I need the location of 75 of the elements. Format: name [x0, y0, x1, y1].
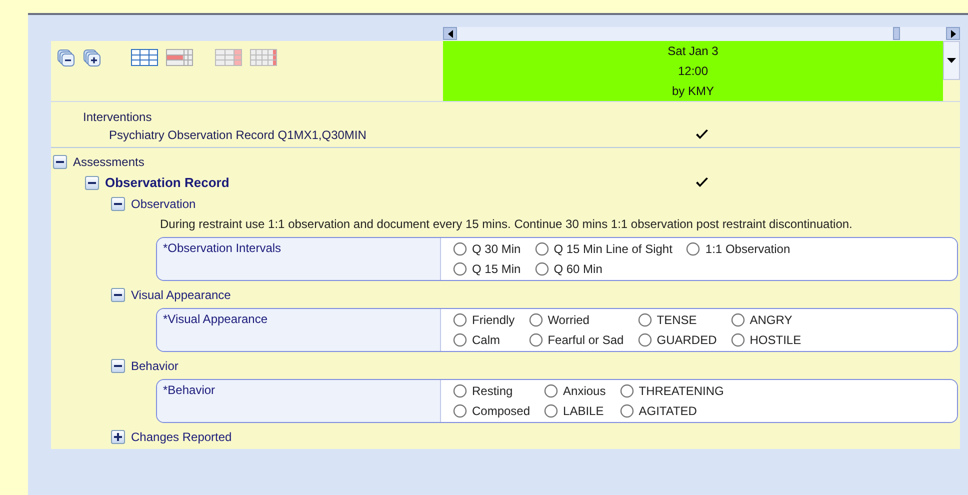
radio-button[interactable] [620, 384, 634, 398]
radio-option[interactable]: AGITATED [620, 401, 724, 421]
collapse-button[interactable] [85, 176, 99, 190]
plus-icon [114, 432, 122, 440]
scroll-right-button[interactable] [946, 27, 960, 40]
dropdown-button[interactable] [943, 41, 960, 80]
instruction-note: During restraint use 1:1 observation and document every 15 mins. Continue 30 mins 1:1 observation post restraint discontinuation. [160, 216, 854, 233]
grid-icon[interactable] [131, 49, 158, 67]
grid-edge-icon[interactable] [250, 49, 277, 67]
right-arrow-icon [950, 30, 956, 38]
radio-button[interactable] [544, 404, 558, 418]
header-time: 12:00 [678, 63, 708, 80]
section-label: Observation [131, 196, 196, 212]
column-header[interactable]: Sat Jan 3 12:00 by KMY [443, 41, 943, 101]
radio-option[interactable]: LABILE [544, 401, 606, 421]
radio-option[interactable]: Friendly [453, 310, 515, 330]
radio-option[interactable]: ANGRY [730, 310, 802, 330]
header-author: by KMY [672, 83, 714, 100]
radio-option[interactable]: Calm [453, 330, 515, 350]
collapse-button[interactable] [53, 155, 67, 169]
header-date: Sat Jan 3 [668, 43, 718, 60]
radio-button[interactable] [534, 242, 549, 256]
radio-option[interactable]: Composed [453, 401, 530, 421]
minus-icon [56, 158, 64, 166]
radio-button[interactable] [638, 333, 652, 347]
caret-icon [947, 58, 956, 63]
scroll-left-button[interactable] [443, 27, 457, 40]
radio-option[interactable]: Q 30 Min [453, 239, 521, 259]
collapse-button[interactable] [111, 358, 125, 372]
grid-row-icon[interactable] [166, 49, 193, 67]
radio-option[interactable]: Anxious [544, 381, 606, 401]
collapse-button[interactable] [111, 196, 125, 210]
radio-button[interactable] [453, 262, 467, 276]
radio-option[interactable]: TENSE [638, 310, 717, 330]
group-label: Interventions [83, 109, 152, 126]
intervention-label: Psychiatry Observation Record Q1MX1,Q30MIN [109, 128, 366, 142]
section-label: Visual Appearance [131, 286, 231, 304]
radio-button[interactable] [453, 313, 467, 327]
radio-button[interactable] [528, 313, 543, 327]
expand-all-icon[interactable] [83, 49, 101, 67]
radio-option[interactable]: 1:1 Observation [686, 239, 790, 259]
section-label: Changes Reported [131, 428, 232, 446]
radio-button[interactable] [544, 384, 558, 398]
radio-option[interactable]: THREATENING [620, 381, 724, 401]
scroll-thumb[interactable] [893, 27, 900, 40]
group-label: Assessments [73, 154, 144, 171]
radio-option[interactable]: Resting [453, 381, 530, 401]
radio-button[interactable] [453, 384, 467, 398]
radio-button[interactable] [453, 242, 467, 256]
radio-option[interactable]: Q 15 Min Line of Sight [534, 239, 672, 259]
radio-button[interactable] [730, 333, 745, 347]
radio-option[interactable]: Fearful or Sad [528, 330, 624, 350]
radio-option[interactable]: Q 15 Min [453, 259, 521, 279]
radio-button[interactable] [453, 404, 467, 418]
radio-option[interactable]: HOSTILE [730, 330, 802, 350]
section-label: Behavior [131, 358, 178, 374]
radio-button[interactable] [686, 242, 700, 256]
radio-button[interactable] [730, 313, 745, 327]
horizontal-scrollbar[interactable] [443, 27, 960, 41]
radio-button[interactable] [620, 404, 634, 418]
question-label: *Observation Intervals [163, 241, 282, 255]
form-title: Observation Record [105, 174, 230, 192]
collapse-button[interactable] [111, 288, 125, 302]
collapse-all-icon[interactable] [57, 49, 75, 67]
expand-button[interactable] [111, 430, 125, 444]
radio-button[interactable] [534, 262, 549, 276]
radio-button[interactable] [528, 333, 543, 347]
question-label: *Visual Appearance [163, 312, 268, 326]
radio-button[interactable] [638, 313, 652, 327]
radio-button[interactable] [453, 333, 467, 347]
radio-option[interactable]: Worried [528, 310, 624, 330]
left-arrow-icon [448, 30, 452, 38]
radio-option[interactable]: Q 60 Min [534, 259, 672, 279]
radio-option[interactable]: GUARDED [638, 330, 717, 350]
question-label: *Behavior [163, 383, 216, 397]
